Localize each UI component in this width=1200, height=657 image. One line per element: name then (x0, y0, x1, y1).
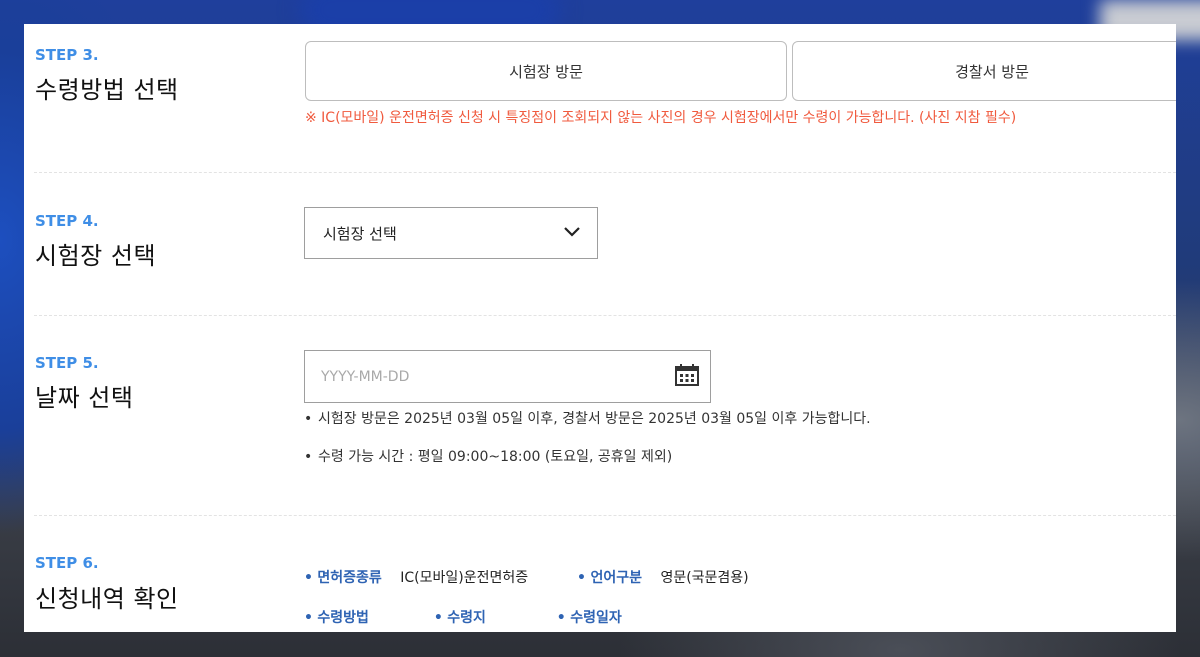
date-input-placeholder: YYYY-MM-DD (321, 368, 410, 385)
summary-language: • 언어구분 영문(국문겸용) (577, 570, 749, 586)
date-note-availability: • 시험장 방문은 2025년 03월 05일 이후, 경찰서 방문은 2025년… (304, 411, 871, 427)
step-4-label: STEP 4. (35, 212, 99, 230)
summary-receipt-method: • 수령방법 (304, 610, 369, 626)
summary-row-1: • 면허증종류 IC(모바일)운전면허증 • 언어구분 영문(국문겸용) (304, 567, 749, 587)
language-value: 영문(국문겸용) (660, 570, 749, 586)
step-5-title: 날짜 선택 (35, 384, 134, 412)
summary-receipt-date: • 수령일자 (556, 610, 622, 626)
application-form-panel: STEP 3. 수령방법 선택 시험장 방문 경찰서 방문 ※ IC(모바일) … (24, 24, 1176, 632)
step-6-label: STEP 6. (35, 554, 99, 572)
summary-row-2: • 수령방법 • 수령지 • 수령일자 (304, 607, 622, 627)
bullet: • (304, 449, 313, 465)
visit-police-station-button[interactable]: 경찰서 방문 (792, 41, 1176, 101)
date-input[interactable]: YYYY-MM-DD (304, 350, 711, 403)
section-divider (34, 515, 1176, 516)
receipt-method-label: 수령방법 (317, 610, 369, 626)
step-4-title: 시험장 선택 (35, 242, 157, 270)
receipt-warning-text: ※ IC(모바일) 운전면허증 신청 시 특징점이 조회되지 않는 사진의 경우… (305, 110, 1017, 126)
step-6-title: 신청내역 확인 (35, 585, 179, 613)
license-type-label: 면허증종류 (317, 570, 382, 586)
receipt-place-label: 수령지 (447, 610, 486, 626)
language-label: 언어구분 (590, 570, 642, 586)
section-divider (34, 172, 1176, 173)
summary-receipt-place: • 수령지 (433, 610, 486, 626)
step-5-label: STEP 5. (35, 354, 99, 372)
calendar-icon[interactable] (674, 363, 700, 391)
step-3-label: STEP 3. (35, 46, 99, 64)
visit-test-site-button[interactable]: 시험장 방문 (305, 41, 787, 101)
section-divider (34, 315, 1176, 316)
test-site-select-value: 시험장 선택 (323, 224, 397, 243)
license-type-value: IC(모바일)운전면허증 (400, 570, 529, 586)
bullet: • (304, 411, 313, 427)
date-note-hours: • 수령 가능 시간 : 평일 09:00~18:00 (토요일, 공휴일 제외) (304, 449, 673, 465)
test-site-select[interactable]: 시험장 선택 (304, 207, 598, 259)
receipt-date-label: 수령일자 (570, 610, 622, 626)
step-3-title: 수령방법 선택 (35, 76, 179, 104)
chevron-down-icon (563, 224, 581, 242)
summary-license-type: • 면허증종류 IC(모바일)운전면허증 (304, 570, 529, 586)
